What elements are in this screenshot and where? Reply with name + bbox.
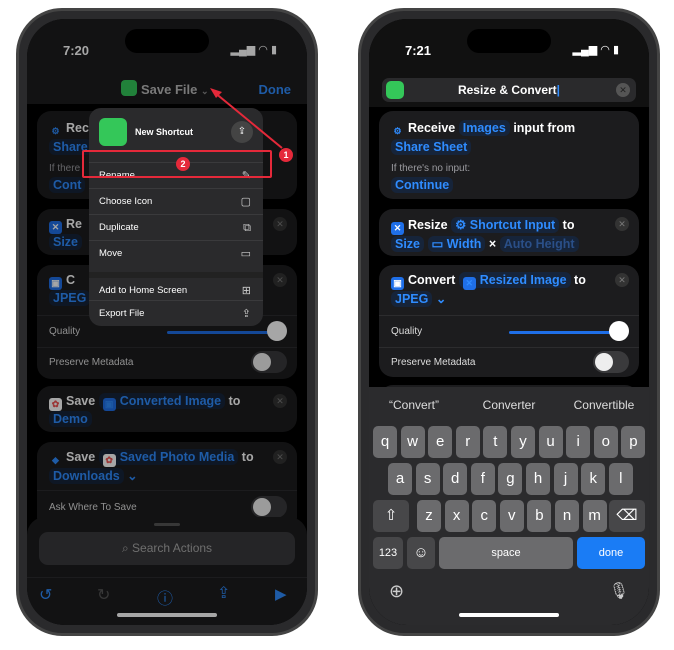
key-c[interactable]: c bbox=[472, 500, 497, 532]
key-l[interactable]: l bbox=[608, 463, 633, 495]
resize-action[interactable]: ✕ Resize ⚙ Shortcut Input to Size ▭ Width… bbox=[379, 209, 639, 256]
expand-icon[interactable]: ⌄ bbox=[436, 292, 446, 306]
key-r[interactable]: r bbox=[455, 426, 480, 458]
key-p[interactable]: p bbox=[621, 426, 646, 458]
convert-action[interactable]: ▣ Convert ✕ Resized Image to JPEG ⌄ ✕ Qual… bbox=[379, 265, 639, 377]
key-q[interactable]: q bbox=[373, 426, 397, 458]
shift-key[interactable]: ⇧ bbox=[373, 500, 409, 532]
key-x[interactable]: x bbox=[444, 500, 469, 532]
status-time: 7:21 bbox=[405, 43, 432, 58]
key-e[interactable]: e bbox=[428, 426, 453, 458]
key-m[interactable]: m bbox=[582, 500, 607, 532]
key-d[interactable]: d bbox=[443, 463, 468, 495]
key-a[interactable]: a bbox=[388, 463, 412, 495]
status-icons: ▂▄▆ ◠ ▮ bbox=[572, 44, 619, 56]
key-v[interactable]: v bbox=[499, 500, 524, 532]
key-y[interactable]: y bbox=[511, 426, 535, 458]
key-o[interactable]: o bbox=[593, 426, 618, 458]
dynamic-island bbox=[467, 29, 551, 53]
title-input[interactable]: Resize & Convert| ✕ bbox=[382, 78, 636, 102]
receive-action[interactable]: ⚙ Receive Images input from Share Sheet I… bbox=[379, 111, 639, 199]
key-k[interactable]: k bbox=[581, 463, 606, 495]
preserve-metadata-toggle[interactable] bbox=[593, 351, 629, 373]
key-u[interactable]: u bbox=[538, 426, 563, 458]
done-key[interactable]: done bbox=[577, 537, 645, 569]
key-n[interactable]: n bbox=[555, 500, 579, 532]
numbers-key[interactable]: 123 bbox=[373, 537, 403, 569]
microphone-icon[interactable]: 🎙 bbox=[609, 581, 629, 601]
key-w[interactable]: w bbox=[400, 426, 425, 458]
space-key[interactable]: space bbox=[439, 537, 573, 569]
emoji-key[interactable]: ☺ bbox=[407, 537, 435, 569]
right-screen: 7:21 ▂▄▆ ◠ ▮ Resize & Convert| ✕ ⚙ Receiv… bbox=[369, 19, 649, 625]
keyboard: “Convert” Converter Convertible ⇧ ⌫ 123 … bbox=[369, 387, 649, 625]
suggestion[interactable]: Converter bbox=[464, 398, 554, 412]
right-phone: 7:21 ▂▄▆ ◠ ▮ Resize & Convert| ✕ ⚙ Receiv… bbox=[358, 8, 660, 636]
key-i[interactable]: i bbox=[566, 426, 591, 458]
home-indicator bbox=[459, 613, 559, 617]
suggestion[interactable]: “Convert” bbox=[369, 398, 459, 412]
delete-key[interactable]: ⌫ bbox=[609, 500, 645, 532]
key-h[interactable]: h bbox=[526, 463, 550, 495]
suggestion[interactable]: Convertible bbox=[559, 398, 649, 412]
key-f[interactable]: f bbox=[470, 463, 495, 495]
key-t[interactable]: t bbox=[483, 426, 508, 458]
remove-icon[interactable]: ✕ bbox=[615, 217, 629, 231]
globe-icon[interactable]: ⊕ bbox=[389, 581, 404, 602]
key-z[interactable]: z bbox=[417, 500, 441, 532]
remove-icon[interactable]: ✕ bbox=[615, 273, 629, 287]
quality-slider[interactable] bbox=[509, 331, 615, 334]
clear-icon[interactable]: ✕ bbox=[616, 83, 630, 97]
key-b[interactable]: b bbox=[527, 500, 552, 532]
key-j[interactable]: j bbox=[553, 463, 578, 495]
key-s[interactable]: s bbox=[415, 463, 440, 495]
key-g[interactable]: g bbox=[498, 463, 523, 495]
